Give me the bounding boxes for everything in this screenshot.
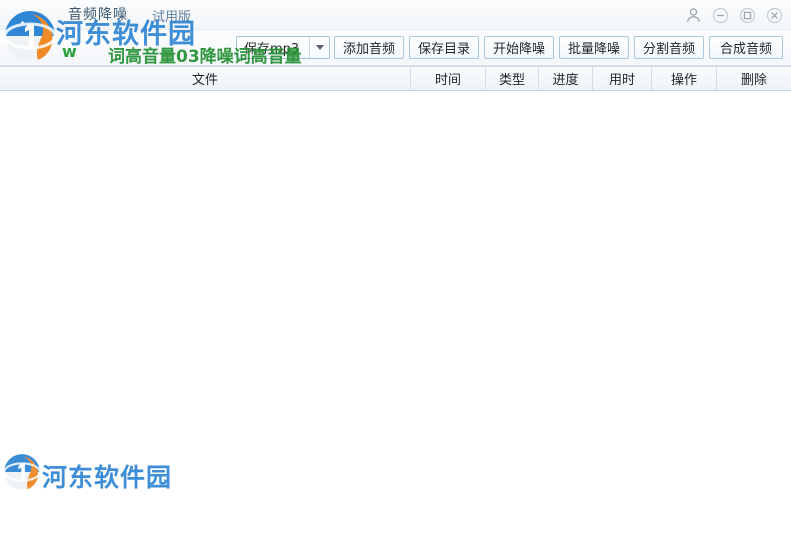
save-folder-button[interactable]: 保存目录 — [409, 36, 479, 59]
column-progress[interactable]: 进度 — [539, 67, 593, 90]
split-audio-button[interactable]: 分割音频 — [634, 36, 704, 59]
toolbar: 降噪 保存mp3 添加音频 保存目录 开始降噪 批量降噪 分割音频 合成音频 — [0, 30, 791, 66]
table-column-header: 文件 时间 类型 进度 用时 操作 删除 — [0, 66, 791, 91]
column-time[interactable]: 时间 — [411, 67, 486, 90]
user-icon[interactable] — [685, 7, 702, 24]
close-button[interactable] — [766, 7, 783, 24]
column-elapsed[interactable]: 用时 — [593, 67, 652, 90]
column-file[interactable]: 文件 — [0, 67, 411, 90]
column-delete[interactable]: 删除 — [717, 67, 791, 90]
title-bar: 音频降噪 试用版 — [0, 0, 791, 30]
application-window: 音频降噪 试用版 降噪 保存mp3 添加音频 保存目录 开始降噪 批量降噪 分割… — [0, 0, 791, 544]
add-audio-button[interactable]: 添加音频 — [334, 36, 404, 59]
merge-audio-button[interactable]: 合成音频 — [709, 36, 783, 59]
output-format-select[interactable]: 保存mp3 — [236, 36, 330, 59]
column-action[interactable]: 操作 — [652, 67, 717, 90]
start-denoise-button[interactable]: 开始降噪 — [484, 36, 554, 59]
page-title: 音频降噪 — [68, 7, 128, 23]
file-list[interactable] — [0, 91, 791, 544]
maximize-button[interactable] — [739, 7, 756, 24]
window-controls — [685, 0, 783, 30]
toolbar-mode-label: 降噪 — [20, 44, 47, 59]
chevron-down-icon[interactable] — [309, 37, 329, 58]
edition-badge: 试用版 — [152, 10, 192, 25]
minimize-button[interactable] — [712, 7, 729, 24]
batch-denoise-button[interactable]: 批量降噪 — [559, 36, 629, 59]
output-format-value: 保存mp3 — [244, 42, 300, 57]
column-type[interactable]: 类型 — [486, 67, 539, 90]
